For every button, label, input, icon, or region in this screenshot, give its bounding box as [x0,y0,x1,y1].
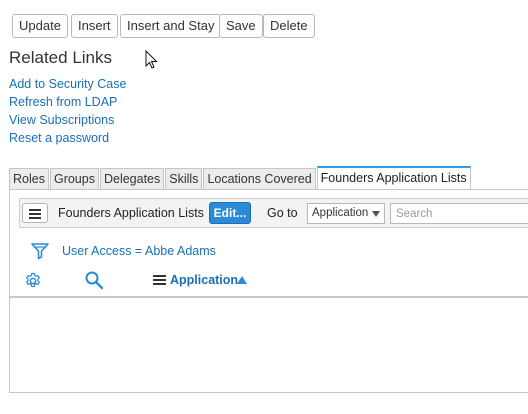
view-subscriptions-link[interactable]: View Subscriptions [9,113,114,127]
tab-skills[interactable]: Skills [165,168,203,190]
column-header-application[interactable]: Application [170,273,238,287]
tab-delegates[interactable]: Delegates [99,168,165,190]
search-icon[interactable] [84,270,104,290]
list-context-menu-button[interactable] [22,203,48,223]
tab-founders-application-lists[interactable]: Founders Application Lists [316,166,471,190]
list-toolbar: Founders Application Lists Edit... Go to… [19,198,528,228]
tab-locations-covered[interactable]: Locations Covered [203,168,316,190]
mouse-cursor-icon [145,50,158,69]
search-input[interactable] [390,203,528,224]
sort-ascending-icon[interactable] [237,276,247,284]
reset-password-link[interactable]: Reset a password [9,131,109,145]
related-links-title: Related Links [9,48,113,67]
tab-groups[interactable]: Groups [49,168,99,190]
goto-selected-value: Application [312,207,369,219]
delete-button[interactable]: Delete [263,14,315,38]
tab-roles[interactable]: Roles [9,168,49,190]
filter-icon[interactable] [30,242,50,260]
goto-label: Go to [267,206,298,220]
edit-button[interactable]: Edit... [209,202,251,224]
related-list-panel: Founders Application Lists Edit... Go to… [9,189,528,393]
add-to-security-case-link[interactable]: Add to Security Case [9,77,126,91]
gear-icon[interactable] [24,272,42,290]
hamburger-menu-icon [29,209,41,211]
list-title: Founders Application Lists [58,206,204,220]
chevron-down-icon [372,211,380,217]
insert-button[interactable]: Insert [71,14,118,38]
header-divider [10,296,528,298]
insert-and-stay-button[interactable]: Insert and Stay [120,14,222,38]
update-button[interactable]: Update [12,14,68,38]
column-menu-icon[interactable] [153,275,166,285]
related-list-tabs: Roles Groups Delegates Skills Locations … [9,166,472,190]
filter-breadcrumb[interactable]: User Access = Abbe Adams [62,244,216,258]
refresh-from-ldap-link[interactable]: Refresh from LDAP [9,95,117,109]
save-button[interactable]: Save [219,14,263,38]
goto-field-select[interactable]: Application [307,203,385,224]
